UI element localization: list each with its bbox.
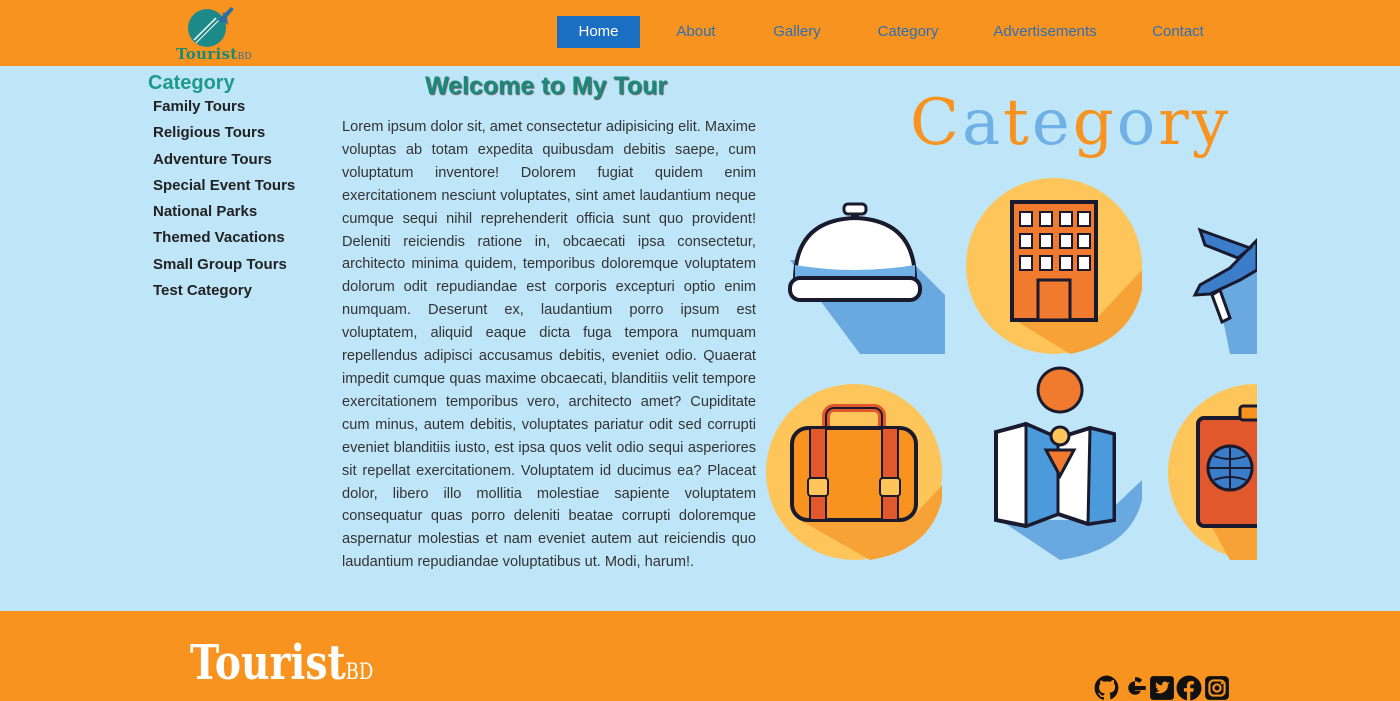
page-title: Welcome to My Tour (425, 72, 668, 100)
google-icon[interactable] (1122, 675, 1148, 701)
bell-icon (788, 202, 945, 354)
category-item-small-group-tours[interactable]: Small Group Tours (153, 254, 295, 280)
category-item-test-category[interactable]: Test Category (153, 280, 295, 306)
instagram-icon[interactable] (1204, 675, 1230, 701)
nav-advertisements[interactable]: Advertisements (993, 16, 1097, 48)
nav-category[interactable]: Category (875, 16, 941, 48)
category-item-special-event-tours[interactable]: Special Event Tours (153, 175, 295, 201)
intro-paragraph: Lorem ipsum dolor sit, amet consectetur … (342, 119, 756, 571)
nav-gallery[interactable]: Gallery (770, 16, 824, 48)
facebook-icon[interactable] (1176, 675, 1202, 701)
github-icon[interactable] (1094, 675, 1120, 701)
category-item-adventure-tours[interactable]: Adventure Tours (153, 149, 295, 175)
category-item-family-tours[interactable]: Family Tours (153, 96, 295, 122)
nav-about[interactable]: About (670, 16, 722, 48)
logo-text: TouristBD (176, 45, 252, 63)
passport-icon (1168, 384, 1257, 560)
category-illustration: Category (760, 80, 1257, 560)
airplane-icon (1192, 227, 1257, 354)
header: TouristBD Home About Gallery Category Ad… (0, 0, 1400, 66)
category-item-themed-vacations[interactable]: Themed Vacations (153, 227, 295, 253)
category-list: Family Tours Religious Tours Adventure T… (153, 96, 295, 306)
footer: TouristBD (0, 611, 1400, 701)
category-item-national-parks[interactable]: National Parks (153, 201, 295, 227)
nav-contact[interactable]: Contact (1150, 16, 1206, 48)
map-icon (994, 366, 1142, 560)
sidebar-title: Category (148, 72, 235, 94)
category-item-religious-tours[interactable]: Religious Tours (153, 122, 295, 148)
twitter-icon[interactable] (1149, 675, 1175, 701)
suitcase-icon (766, 384, 942, 560)
footer-logo[interactable]: TouristBD (190, 639, 373, 687)
nav-home[interactable]: Home (557, 16, 640, 48)
hotel-icon (966, 178, 1142, 354)
